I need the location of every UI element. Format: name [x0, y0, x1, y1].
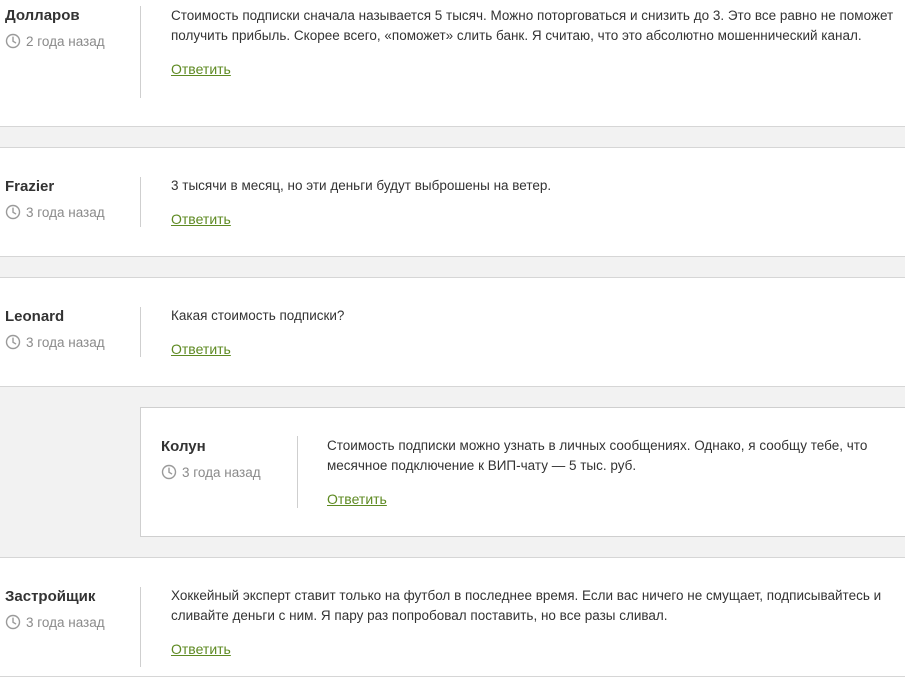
- clock-icon: [5, 614, 21, 630]
- comment-time-text: 3 года назад: [26, 204, 105, 220]
- reply-link[interactable]: Ответить: [171, 341, 231, 357]
- reply-comment: Колун 3 года назад Стоимость подписки мо…: [140, 407, 905, 537]
- comment-body: Какая стоимость подписки? Ответить: [171, 306, 905, 359]
- comment-time: 3 года назад: [161, 464, 295, 480]
- comment-text: 3 тысячи в месяц, но эти деньги будут вы…: [171, 178, 552, 193]
- comment-body: Хоккейный эксперт ставит только на футбо…: [171, 586, 905, 659]
- comment-meta: Застройщик 3 года назад: [5, 588, 139, 630]
- comment-author: Колун: [161, 438, 206, 455]
- comment-meta: Frazier 3 года назад: [5, 178, 139, 220]
- clock-icon: [5, 33, 21, 49]
- comment-text: Хоккейный эксперт ставит только на футбо…: [171, 588, 882, 623]
- reply-link[interactable]: Ответить: [327, 491, 387, 507]
- comment-body: Стоимость подписки можно узнать в личных…: [327, 436, 905, 509]
- comment: Долларов 2 года назад Стоимость подписки…: [0, 0, 905, 127]
- reply-link[interactable]: Ответить: [171, 61, 231, 77]
- comment-time: 2 года назад: [5, 33, 139, 49]
- comment-time: 3 года назад: [5, 204, 139, 220]
- comment-time: 3 года назад: [5, 334, 139, 350]
- reply-link[interactable]: Ответить: [171, 211, 231, 227]
- comment-text: Стоимость подписки можно узнать в личных…: [327, 438, 868, 473]
- comment-body: Стоимость подписки сначала называется 5 …: [171, 6, 905, 79]
- comment-meta: Leonard 3 года назад: [5, 308, 139, 350]
- comment: Frazier 3 года назад 3 тысячи в месяц, н…: [0, 147, 905, 257]
- comment-divider: [140, 6, 141, 98]
- comment: Застройщик 3 года назад Хоккейный экспер…: [0, 557, 905, 677]
- comment-time-text: 3 года назад: [26, 334, 105, 350]
- comment-author: Leonard: [5, 308, 65, 325]
- comment-text: Какая стоимость подписки?: [171, 308, 345, 323]
- comment-meta: Колун 3 года назад: [161, 438, 295, 480]
- comment-author: Долларов: [5, 7, 80, 24]
- comment-meta: Долларов 2 года назад: [5, 7, 139, 49]
- comment-divider: [140, 307, 141, 357]
- comment-time-text: 2 года назад: [26, 33, 105, 49]
- comment-time: 3 года назад: [5, 614, 139, 630]
- comment: Leonard 3 года назад Какая стоимость под…: [0, 277, 905, 387]
- comment-author: Frazier: [5, 178, 55, 195]
- reply-link[interactable]: Ответить: [171, 641, 231, 657]
- comment-time-text: 3 года назад: [26, 614, 105, 630]
- comment-text: Стоимость подписки сначала называется 5 …: [171, 8, 894, 43]
- clock-icon: [5, 334, 21, 350]
- comment-divider: [140, 177, 141, 227]
- comment-time-text: 3 года назад: [182, 464, 261, 480]
- comment-divider: [297, 436, 298, 508]
- comment-body: 3 тысячи в месяц, но эти деньги будут вы…: [171, 176, 905, 229]
- clock-icon: [5, 204, 21, 220]
- comment-divider: [140, 587, 141, 667]
- comment-author: Застройщик: [5, 588, 96, 605]
- clock-icon: [161, 464, 177, 480]
